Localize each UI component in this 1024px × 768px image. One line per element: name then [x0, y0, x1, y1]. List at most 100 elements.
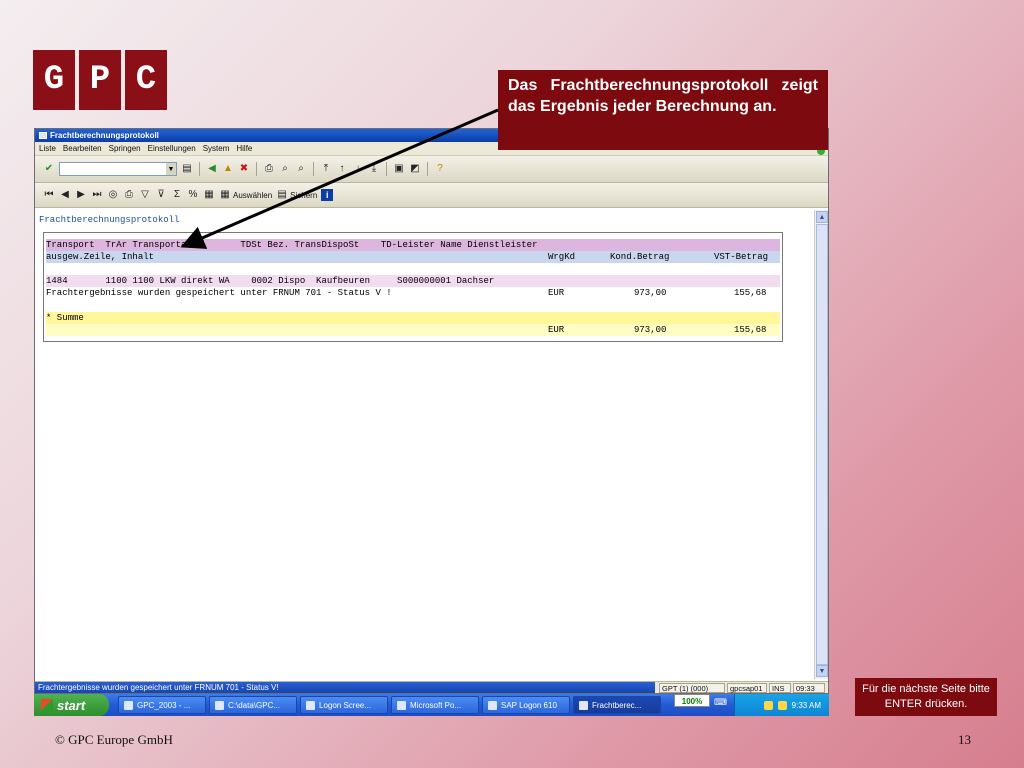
tray-app-icon[interactable]: [777, 700, 787, 710]
insert-mode[interactable]: INS: [769, 683, 791, 693]
scroll-down-icon[interactable]: ▼: [816, 665, 828, 677]
folder-icon: [215, 700, 224, 710]
taskbar-item-label: C:\data\GPC...: [228, 700, 281, 710]
save-icon[interactable]: ▤: [181, 163, 193, 175]
select-button-label: Auswählen: [233, 190, 273, 200]
status-bar: Frachtergebnisse wurden gespeichert unte…: [35, 681, 828, 693]
scroll-thumb[interactable]: [816, 224, 828, 665]
menu-liste[interactable]: Liste: [39, 144, 56, 153]
sum-kond-betrag: 973,00: [634, 325, 667, 335]
table-row[interactable]: Frachtergebnisse wurden gespeichert unte…: [46, 287, 780, 299]
taskbar-item-label: Frachtberec...: [592, 700, 642, 710]
start-label: start: [57, 697, 86, 713]
next-page-icon[interactable]: ↓: [352, 163, 364, 175]
taskbar-item-label: Logon Scree...: [319, 700, 372, 710]
save-button[interactable]: ▤ Sichern: [276, 189, 317, 201]
create-session-icon[interactable]: ▣: [393, 163, 405, 175]
last-icon[interactable]: ⏭: [91, 189, 103, 201]
presentation-icon: [124, 700, 133, 710]
toolbar-separator: [199, 162, 200, 176]
back-icon[interactable]: ◀: [206, 163, 218, 175]
taskbar-item[interactable]: GPC_2003 - ...: [118, 696, 206, 714]
menu-bearbeiten[interactable]: Bearbeiten: [63, 144, 102, 153]
tray-network-icon[interactable]: [763, 700, 773, 710]
menu-einstellungen[interactable]: Einstellungen: [148, 144, 196, 153]
window-title: Frachtberechnungsprotokoll: [50, 131, 159, 140]
report-table: Transport TrAr Transportart TDSt Bez. Tr…: [43, 232, 783, 342]
enter-checkmark-icon[interactable]: ✔: [43, 163, 55, 175]
total-icon[interactable]: Σ: [171, 189, 183, 201]
next-page-note: Für die nächste Seite bitte ENTER drücke…: [855, 678, 997, 716]
system-tray: 9:33 AM: [734, 694, 829, 716]
menu-springen[interactable]: Springen: [109, 144, 141, 153]
detail-kond-betrag: 973,00: [634, 288, 667, 298]
taskbar-item[interactable]: C:\data\GPC...: [209, 696, 297, 714]
system-info[interactable]: GPT (1) (000): [659, 683, 725, 693]
last-page-icon[interactable]: ⤓: [368, 163, 380, 175]
header-row-2: ausgew.Zeile, Inhalt WrgKd Kond.Betrag V…: [46, 251, 780, 263]
find-next-icon[interactable]: ⌕: [295, 163, 307, 175]
menu-hilfe[interactable]: Hilfe: [236, 144, 252, 153]
details-icon[interactable]: ◎: [107, 189, 119, 201]
taskbar-item-label: GPC_2003 - ...: [137, 700, 191, 710]
previous-page-icon[interactable]: ↑: [336, 163, 348, 175]
next-icon[interactable]: ▶: [75, 189, 87, 201]
powerpoint-icon: [397, 700, 406, 710]
toolbar-separator: [386, 162, 387, 176]
taskbar-item-label: Microsoft Po...: [410, 700, 462, 710]
report-title: Frachtberechnungsprotokoll: [39, 215, 180, 225]
footer-copyright: © GPC Europe GmbH: [55, 732, 173, 747]
sort-icon[interactable]: ▽: [139, 189, 151, 201]
help-icon[interactable]: ?: [434, 163, 446, 175]
status-message: Frachtergebnisse wurden gespeichert unte…: [35, 682, 655, 693]
vertical-scrollbar[interactable]: ▲ ▼: [814, 210, 828, 679]
gpc-logo: G P C: [33, 50, 167, 110]
detail-line-2: Frachtergebnisse wurden gespeichert unte…: [46, 288, 392, 298]
layout-icon[interactable]: ▦: [203, 189, 215, 201]
toolbar-separator: [313, 162, 314, 176]
filter-icon[interactable]: ⊽: [155, 189, 167, 201]
start-button[interactable]: start: [34, 694, 109, 716]
header-row-1: Transport TrAr Transportart TDSt Bez. Tr…: [46, 239, 780, 251]
header-line-1: Transport TrAr Transportart TDSt Bez. Tr…: [46, 240, 538, 250]
standard-toolbar: ✔ ▼ ▤ ◀ ▲ ✖ ⎙ ⌕ ⌕ ⤒ ↑ ↓ ⤓ ▣ ◩ ?: [35, 156, 828, 183]
keyboard-icon[interactable]: ⌨: [714, 697, 727, 708]
shortcut-icon[interactable]: ◩: [409, 163, 421, 175]
sum-row[interactable]: * Summe: [46, 312, 780, 324]
taskbar-item-label: SAP Logon 610: [501, 700, 557, 710]
chevron-down-icon[interactable]: ▼: [166, 163, 176, 175]
table-row[interactable]: 1484 1100 1100 LKW direkt WA 0002 Dispo …: [46, 275, 780, 287]
previous-icon[interactable]: ◀: [59, 189, 71, 201]
sap-window-icon: [579, 700, 588, 710]
windows-flag-icon: [41, 699, 53, 711]
taskbar-item-active[interactable]: Frachtberec...: [573, 696, 661, 714]
header-wrgkd: WrgKd: [548, 252, 576, 262]
callout-box: Das Frachtberechnungsprotokoll zeigt das…: [498, 70, 828, 150]
toolbar-separator: [427, 162, 428, 176]
header-line-2: ausgew.Zeile, Inhalt: [46, 252, 155, 262]
find-icon[interactable]: ⌕: [279, 163, 291, 175]
print-icon[interactable]: ⎙: [263, 163, 275, 175]
print-list-icon[interactable]: ⎙: [123, 189, 135, 201]
sum-values-row[interactable]: EUR 973,00 155,68: [46, 324, 780, 336]
sap-window: Frachtberechnungsprotokoll Liste Bearbei…: [34, 128, 829, 694]
menu-system[interactable]: System: [203, 144, 230, 153]
scroll-up-icon[interactable]: ▲: [816, 211, 828, 223]
command-field[interactable]: ▼: [59, 162, 177, 176]
first-page-icon[interactable]: ⤒: [320, 163, 332, 175]
tray-clock[interactable]: 9:33 AM: [792, 701, 821, 710]
info-icon[interactable]: i: [321, 189, 334, 201]
first-icon[interactable]: ⏮: [43, 189, 55, 201]
taskbar-item[interactable]: Microsoft Po...: [391, 696, 479, 714]
report-area: Frachtberechnungsprotokoll Transport TrA…: [35, 210, 815, 679]
subtotal-icon[interactable]: %: [187, 189, 199, 201]
taskbar-item[interactable]: SAP Logon 610: [482, 696, 570, 714]
taskbar-item[interactable]: Logon Scree...: [300, 696, 388, 714]
logo-letter-p: P: [79, 50, 121, 110]
cancel-icon[interactable]: ✖: [238, 163, 250, 175]
select-button[interactable]: ▦ Auswählen: [219, 189, 272, 201]
page-number: 13: [958, 732, 971, 747]
logo-letter-c: C: [125, 50, 167, 110]
exit-icon[interactable]: ▲: [222, 163, 234, 175]
zoom-indicator[interactable]: 100%: [674, 694, 710, 707]
